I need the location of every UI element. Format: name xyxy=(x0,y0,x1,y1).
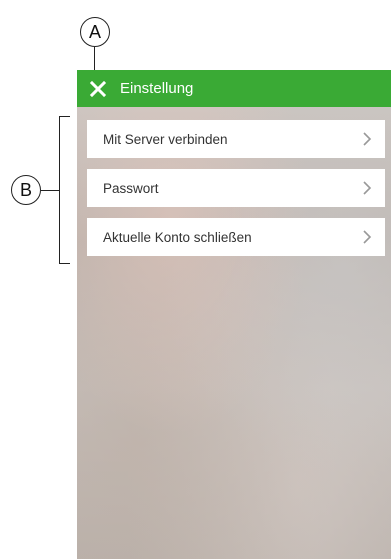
callout-b-label: B xyxy=(19,179,32,200)
figure: A B Einstellung Mit Server verbinden Pas… xyxy=(0,0,391,559)
menu-item-close-account[interactable]: Aktuelle Konto schließen xyxy=(87,218,385,256)
chevron-right-icon xyxy=(361,131,373,147)
close-icon xyxy=(90,80,106,97)
close-button[interactable] xyxy=(85,70,111,107)
settings-menu: Mit Server verbinden Passwort Aktuelle K… xyxy=(87,120,385,267)
menu-item-password[interactable]: Passwort xyxy=(87,169,385,207)
callout-a-label: A xyxy=(88,21,101,42)
page-title: Einstellung xyxy=(120,80,194,97)
callout-b-leader xyxy=(41,190,59,191)
callout-b-bracket xyxy=(59,116,70,264)
menu-item-label: Mit Server verbinden xyxy=(103,131,228,147)
chevron-right-icon xyxy=(361,180,373,196)
settings-screen: Einstellung Mit Server verbinden Passwor… xyxy=(77,70,391,559)
menu-item-label: Aktuelle Konto schließen xyxy=(103,229,252,245)
callout-b: B xyxy=(11,175,41,205)
callout-a: A xyxy=(80,17,110,47)
chevron-right-icon xyxy=(361,229,373,245)
menu-item-label: Passwort xyxy=(103,180,159,196)
header-bar: Einstellung xyxy=(77,70,391,107)
menu-item-connect-server[interactable]: Mit Server verbinden xyxy=(87,120,385,158)
